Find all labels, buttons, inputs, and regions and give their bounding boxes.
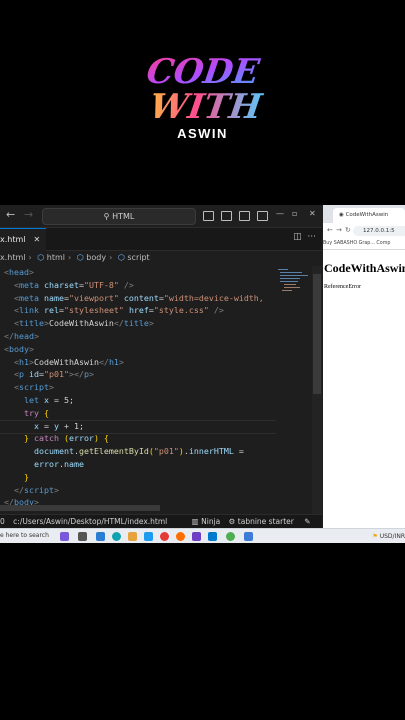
taskbar-app-icon[interactable]: [60, 532, 69, 541]
code-editor[interactable]: <head> <meta charset="UTF-8" /> <meta na…: [0, 266, 276, 514]
command-center-search[interactable]: ⚲ HTML: [42, 208, 196, 225]
browser-tab[interactable]: ◉ CodeWithAswin: [333, 208, 405, 223]
vscode-titlebar: ← → ⚲ HTML — ▫ ✕: [0, 205, 322, 228]
code-line: try {: [23, 407, 49, 418]
bookmarks-bar[interactable]: Buy SABASHO Grap... Comp: [323, 239, 405, 250]
page-paragraph: ReferenceError: [324, 284, 361, 290]
app-icon[interactable]: [192, 532, 201, 541]
store-icon[interactable]: [144, 532, 153, 541]
close-tab-icon[interactable]: ✕: [34, 235, 41, 244]
split-editor-icon[interactable]: ◫ ···: [293, 232, 316, 242]
files-icon[interactable]: [128, 532, 137, 541]
address-bar[interactable]: 127.0.0.1:5: [353, 226, 405, 236]
minimap[interactable]: [276, 266, 312, 514]
code-line: <head>: [4, 267, 34, 277]
code-line: }: [23, 471, 29, 482]
breadcrumb-script[interactable]: script: [127, 253, 149, 262]
tag-icon: ⬡: [37, 253, 45, 262]
opera-icon[interactable]: [160, 532, 169, 541]
code-line: <body>: [4, 343, 34, 354]
explorer-icon[interactable]: [96, 532, 105, 541]
code-line: <p id="p01"></p>: [4, 369, 94, 380]
close-window-icon[interactable]: ✕: [309, 209, 316, 218]
breadcrumb-body[interactable]: body: [86, 253, 106, 262]
tab-label: x.html: [0, 235, 26, 244]
tray-currency[interactable]: USD/INR: [380, 533, 405, 540]
breadcrumb: x.html › ⬡ html › ⬡ body › ⬡ script: [0, 253, 150, 262]
settings-icon[interactable]: [244, 532, 253, 541]
code-line: <meta charset="UTF-8" />: [4, 279, 134, 290]
code-line: document.getElementById("p01").innerHTML…: [33, 446, 244, 457]
breadcrumb-file[interactable]: x.html: [0, 253, 26, 262]
taskbar-search[interactable]: e here to search: [0, 531, 54, 541]
toggle-secondary-sidebar-icon[interactable]: [239, 211, 250, 221]
code-line: <link rel="stylesheet" href="style.css" …: [4, 305, 224, 316]
browser-tabstrip: ◉ CodeWithAswin: [323, 205, 405, 223]
errors-count[interactable]: 0: [0, 517, 5, 526]
minimize-icon[interactable]: —: [276, 209, 284, 218]
code-line: </head>: [4, 331, 39, 341]
reload-icon[interactable]: ↻: [345, 226, 351, 234]
back-arrow-icon[interactable]: ←: [6, 208, 15, 221]
editor-tabs: x.html ✕ ◫ ···: [0, 228, 322, 251]
code-line: <script>: [4, 382, 54, 393]
status-bar: 0 c:/Users/Aswin/Desktop/HTML/index.html…: [0, 514, 322, 529]
tabnine-icon: ⚙: [228, 517, 236, 526]
edge-icon[interactable]: [112, 532, 121, 541]
brand-line-1: CODE: [144, 52, 263, 92]
search-label: HTML: [112, 212, 135, 221]
brand-name: ASWIN: [177, 126, 228, 141]
tab-index-html[interactable]: x.html ✕: [0, 228, 47, 251]
globe-icon: ◉: [339, 212, 344, 218]
customize-layout-icon[interactable]: [257, 211, 268, 221]
ninja-icon: ▥: [191, 517, 199, 526]
back-icon[interactable]: ←: [327, 226, 333, 234]
browser-window: ◉ CodeWithAswin ← → ↻ 127.0.0.1:5 Buy SA…: [323, 205, 405, 528]
vscode-icon[interactable]: [208, 532, 217, 541]
browser-page: CodeWithAswin ReferenceError: [323, 250, 405, 528]
system-tray: ⚑ USD/INR: [372, 529, 405, 543]
code-line: x = y + 1;: [33, 420, 84, 431]
page-heading: CodeWithAswin: [324, 261, 405, 275]
firefox-icon[interactable]: [176, 532, 185, 541]
status-tabnine[interactable]: tabnine starter: [238, 517, 294, 526]
taskbar: e here to search ⚑ USD/INR: [0, 528, 405, 543]
brand-line-2: WITH: [147, 87, 266, 127]
horizontal-scrollbar[interactable]: [0, 505, 160, 511]
status-ninja[interactable]: Ninja: [201, 517, 220, 526]
browser-toolbar: ← → ↻ 127.0.0.1:5: [323, 223, 405, 239]
code-line: let x = 5;: [23, 395, 74, 405]
feedback-icon[interactable]: ✎: [304, 517, 310, 526]
code-line: } catch (error) {: [23, 433, 109, 444]
code-line: <title>CodeWithAswin</title>: [4, 318, 154, 329]
task-view-icon[interactable]: [78, 532, 87, 541]
breadcrumb-html[interactable]: html: [47, 253, 65, 262]
search-icon: ⚲: [103, 212, 113, 221]
forward-icon[interactable]: →: [336, 226, 342, 234]
tag-icon: ⬡: [76, 253, 84, 262]
currency-icon: ⚑: [372, 533, 378, 540]
toggle-panel-icon[interactable]: [221, 211, 232, 221]
screen: ← → ⚲ HTML — ▫ ✕ x.html ✕ ◫ ··· x.html › ⬡…: [0, 205, 405, 543]
maximize-icon[interactable]: ▫: [292, 209, 297, 218]
code-line: error.name: [33, 459, 84, 469]
code-line: </script>: [4, 484, 59, 495]
scrollbar-thumb[interactable]: [313, 274, 321, 394]
code-line: <h1>CodeWithAswin</h1>: [4, 356, 124, 367]
browser-tab-title: CodeWithAswin: [345, 212, 389, 218]
forward-arrow-icon[interactable]: →: [24, 208, 33, 221]
code-line: <meta name="viewport" content="width=dev…: [4, 292, 264, 303]
tag-icon: ⬡: [117, 253, 125, 262]
toggle-sidebar-icon[interactable]: [203, 211, 214, 221]
status-file-path: c:/Users/Aswin/Desktop/HTML/index.html: [13, 517, 168, 526]
vertical-scrollbar[interactable]: [312, 266, 322, 514]
chrome-icon[interactable]: [226, 532, 235, 541]
